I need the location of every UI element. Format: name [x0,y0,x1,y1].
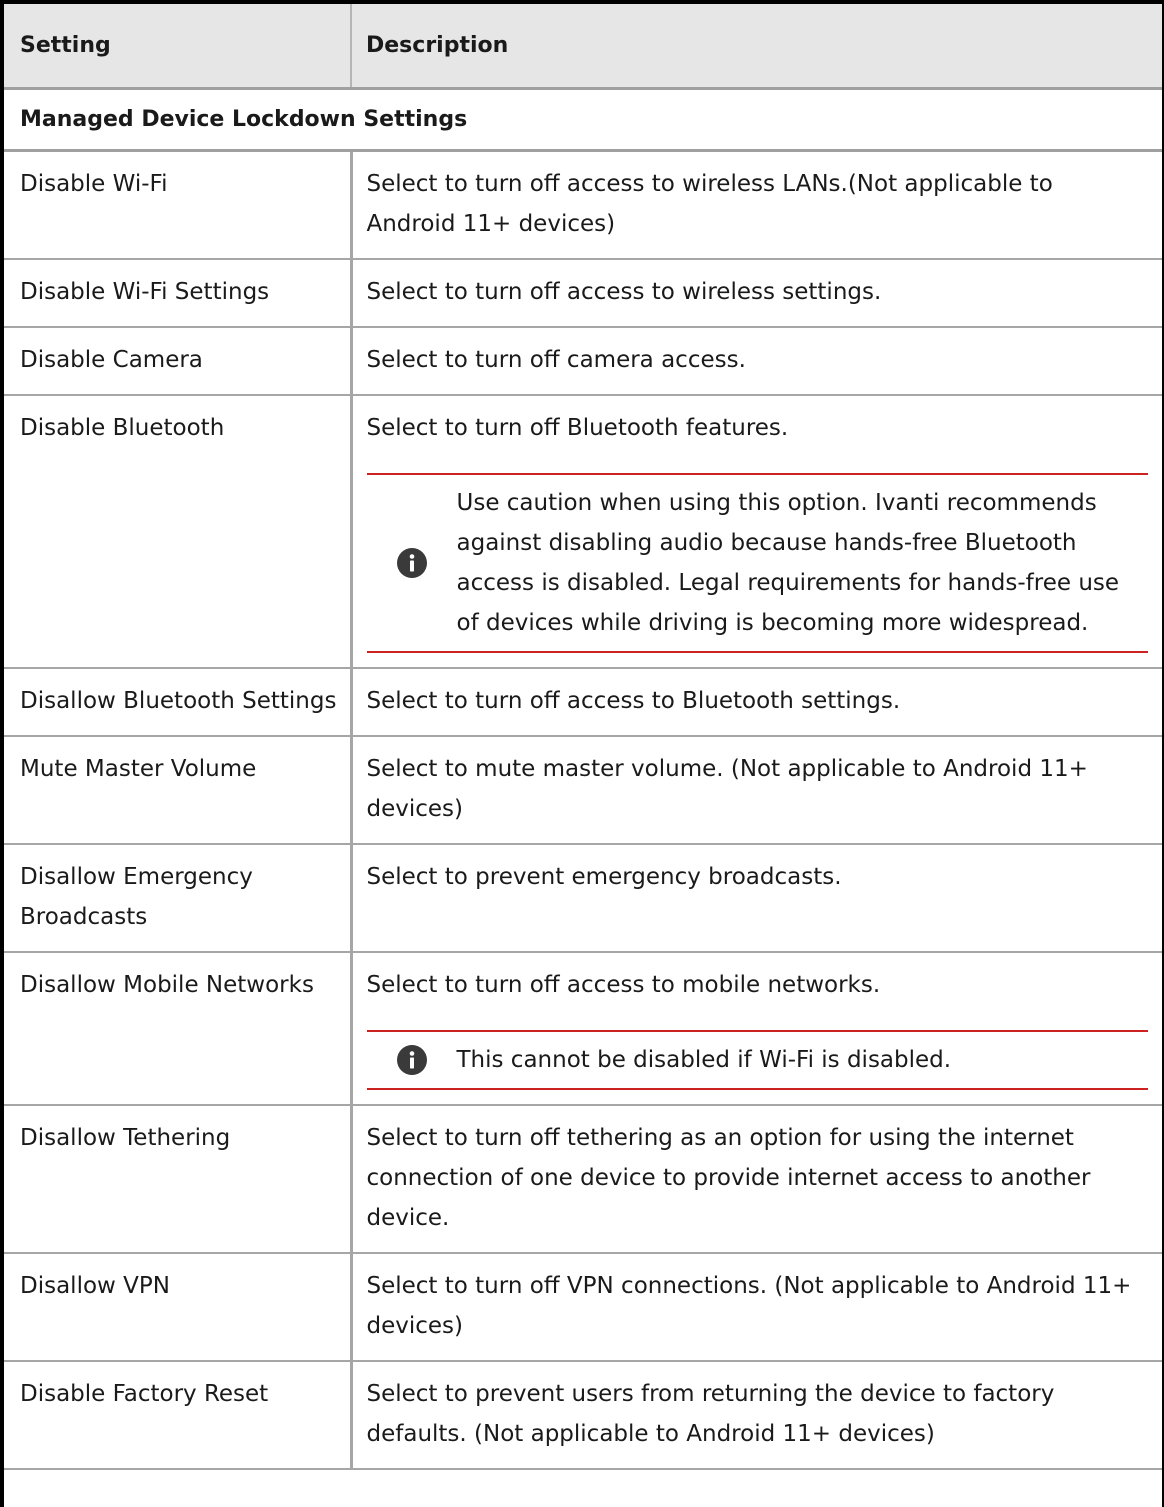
table-row: Disable Wi-Fi Settings Select to turn of… [4,258,1162,328]
setting-description: Select to turn off Bluetooth features. U… [351,394,1162,669]
table-row: Disable Factory Reset Select to prevent … [4,1360,1162,1470]
settings-table: Setting Description Managed Device Lockd… [4,4,1162,1470]
description-text: Select to turn off access to wireless LA… [366,170,1053,237]
table-row: Disable Wi-Fi Select to turn off access … [4,150,1162,260]
setting-name: Disable Bluetooth [4,394,353,669]
table-row: Disallow Bluetooth Settings Select to tu… [4,667,1162,737]
description-text: Select to prevent users from returning t… [366,1380,1055,1447]
table-row: Disable Bluetooth Select to turn off Blu… [4,394,1162,669]
note-text: This cannot be disabled if Wi-Fi is disa… [456,1046,952,1073]
description-text: Select to prevent emergency broadcasts. [366,863,842,890]
description-text: Select to turn off Bluetooth features. [366,414,789,441]
setting-name: Disable Factory Reset [4,1360,353,1470]
table-row: Mute Master Volume Select to mute master… [4,735,1162,845]
info-icon [367,547,457,578]
table-row: Disallow Mobile Networks Select to turn … [4,951,1162,1106]
setting-name: Disallow Emergency Broadcasts [4,843,353,953]
setting-name: Disable Camera [4,326,353,396]
column-header-description: Description [351,4,1162,90]
description-text: Select to turn off VPN connections. (Not… [366,1272,1132,1339]
description-text: Select to turn off access to mobile netw… [366,971,881,998]
setting-description: Select to prevent users from returning t… [351,1360,1162,1470]
setting-name: Disable Wi-Fi [4,150,353,260]
setting-name: Disallow Bluetooth Settings [4,667,353,737]
note-box: Use caution when using this option. Ivan… [366,472,1148,653]
note-text: Use caution when using this option. Ivan… [456,489,1120,636]
setting-name: Mute Master Volume [4,735,353,845]
section-title: Managed Device Lockdown Settings [4,88,1162,152]
description-text: Select to turn off access to wireless se… [366,278,882,305]
setting-description: Select to turn off VPN connections. (Not… [351,1252,1162,1362]
column-header-setting: Setting [4,4,352,90]
setting-name: Disallow Tethering [4,1104,353,1254]
setting-name: Disallow VPN [4,1252,353,1362]
description-text: Select to turn off tethering as an optio… [366,1124,1091,1231]
setting-description: Select to turn off camera access. [351,326,1162,396]
setting-name: Disable Wi-Fi Settings [4,258,353,328]
description-text: Select to turn off access to Bluetooth s… [366,687,901,714]
setting-description: Select to turn off tethering as an optio… [351,1104,1162,1254]
table-row: Disable Camera Select to turn off camera… [4,326,1162,396]
description-text: Select to turn off camera access. [366,346,746,373]
setting-description: Select to prevent emergency broadcasts. [351,843,1162,953]
setting-description: Select to turn off access to wireless se… [351,258,1162,328]
table-row: Disallow Tethering Select to turn off te… [4,1104,1162,1254]
info-icon [367,1044,457,1075]
table-row: Disallow VPN Select to turn off VPN conn… [4,1252,1162,1362]
setting-description: Select to turn off access to wireless LA… [351,150,1162,260]
setting-description: Select to turn off access to Bluetooth s… [351,667,1162,737]
description-text: Select to mute master volume. (Not appli… [366,755,1088,822]
note-box: This cannot be disabled if Wi-Fi is disa… [366,1029,1148,1090]
setting-description: Select to turn off access to mobile netw… [351,951,1162,1106]
table-row: Disallow Emergency Broadcasts Select to … [4,843,1162,953]
setting-description: Select to mute master volume. (Not appli… [351,735,1162,845]
setting-name: Disallow Mobile Networks [4,951,353,1106]
table-header-row: Setting Description [4,4,1162,90]
section-row: Managed Device Lockdown Settings [4,88,1162,152]
